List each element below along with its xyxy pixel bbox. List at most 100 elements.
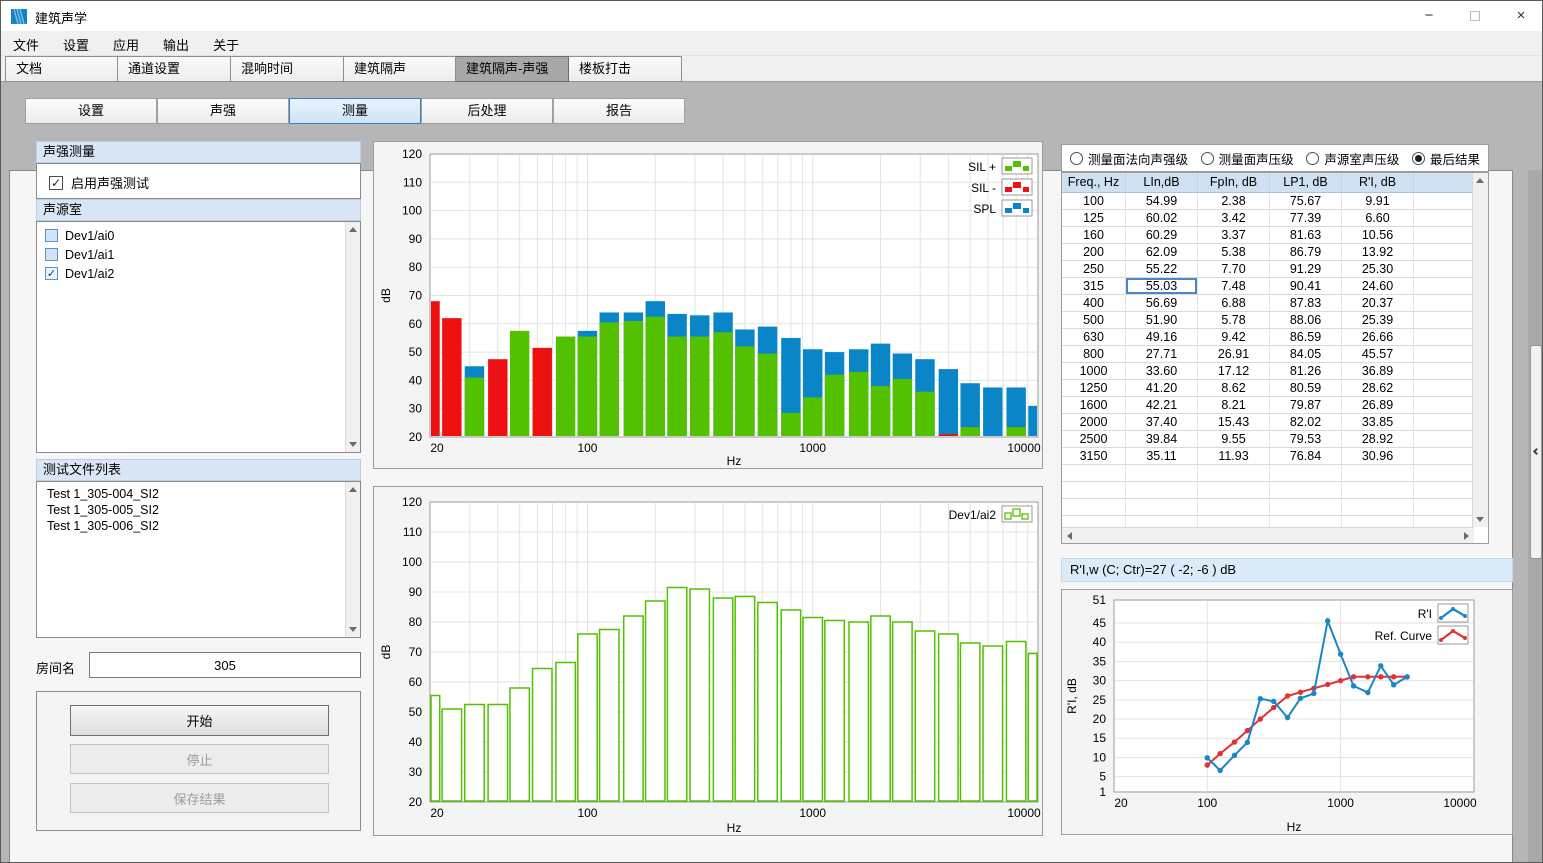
table-cell[interactable]: 60.29	[1126, 227, 1198, 243]
channel-list-item[interactable]: Dev1/ai1	[37, 245, 360, 264]
channel-list-item[interactable]: Dev1/ai2	[37, 264, 360, 283]
table-cell[interactable]: 75.67	[1270, 193, 1342, 209]
table-cell[interactable]: 9.55	[1198, 431, 1270, 447]
channel-checkbox[interactable]	[45, 248, 58, 261]
table-cell[interactable]: 28.92	[1342, 431, 1414, 447]
table-header-cell[interactable]: LP1, dB	[1270, 173, 1342, 192]
table-header-cell[interactable]: R'I, dB	[1342, 173, 1414, 192]
menu-item-4[interactable]: 关于	[201, 31, 251, 58]
table-cell[interactable]: 33.85	[1342, 414, 1414, 430]
table-cell[interactable]	[1414, 397, 1474, 413]
scroll-up-icon[interactable]	[1476, 178, 1484, 183]
table-cell[interactable]: 13.92	[1342, 244, 1414, 260]
table-cell[interactable]	[1062, 465, 1126, 481]
channel-checkbox[interactable]	[45, 229, 58, 242]
table-cell[interactable]	[1342, 482, 1414, 498]
table-cell[interactable]: 86.59	[1270, 329, 1342, 345]
channel-list-scrollbar[interactable]	[345, 222, 360, 452]
table-cell[interactable]: 7.70	[1198, 261, 1270, 277]
table-cell[interactable]: 8.62	[1198, 380, 1270, 396]
main-tab-0[interactable]: 文档	[5, 56, 118, 82]
table-cell[interactable]: 9.42	[1198, 329, 1270, 345]
table-cell[interactable]: 49.16	[1126, 329, 1198, 345]
table-cell[interactable]	[1198, 465, 1270, 481]
table-cell[interactable]: 125	[1062, 210, 1126, 226]
table-cell[interactable]: 28.62	[1342, 380, 1414, 396]
table-cell[interactable]	[1342, 499, 1414, 515]
table-cell[interactable]	[1414, 244, 1474, 260]
table-header-cell[interactable]: LIn,dB	[1126, 173, 1198, 192]
table-cell[interactable]: 84.05	[1270, 346, 1342, 362]
table-cell[interactable]: 39.84	[1126, 431, 1198, 447]
table-cell[interactable]: 20.37	[1342, 295, 1414, 311]
sub-tab-4[interactable]: 报告	[553, 98, 685, 124]
table-cell[interactable]: 80.59	[1270, 380, 1342, 396]
scroll-up-icon[interactable]	[349, 227, 357, 232]
table-cell[interactable]: 2000	[1062, 414, 1126, 430]
result-radio-0[interactable]: 测量面法向声强级	[1070, 149, 1188, 168]
radio-icon[interactable]	[1201, 152, 1214, 165]
table-cell[interactable]	[1414, 516, 1474, 527]
table-cell[interactable]: 33.60	[1126, 363, 1198, 379]
table-cell[interactable]: 25.30	[1342, 261, 1414, 277]
table-cell[interactable]: 90.41	[1270, 278, 1342, 294]
table-cell[interactable]: 6.88	[1198, 295, 1270, 311]
table-cell[interactable]: 51.90	[1126, 312, 1198, 328]
table-cell[interactable]	[1414, 431, 1474, 447]
menu-item-2[interactable]: 应用	[101, 31, 151, 58]
table-cell[interactable]	[1414, 380, 1474, 396]
table-cell[interactable]: 2.38	[1198, 193, 1270, 209]
table-cell[interactable]: 3150	[1062, 448, 1126, 464]
sub-tab-3[interactable]: 后处理	[421, 98, 553, 124]
table-cell[interactable]	[1414, 346, 1474, 362]
table-cell[interactable]: 88.06	[1270, 312, 1342, 328]
sub-tab-0[interactable]: 设置	[25, 98, 157, 124]
table-cell[interactable]: 315	[1062, 278, 1126, 294]
table-cell[interactable]	[1414, 193, 1474, 209]
table-cell[interactable]: 26.89	[1342, 397, 1414, 413]
table-cell[interactable]: 79.53	[1270, 431, 1342, 447]
sub-tab-2[interactable]: 测量	[289, 98, 421, 124]
table-cell[interactable]: 26.66	[1342, 329, 1414, 345]
channel-list-item[interactable]: Dev1/ai0	[37, 226, 360, 245]
table-cell[interactable]	[1414, 295, 1474, 311]
table-cell[interactable]	[1062, 499, 1126, 515]
table-cell[interactable]	[1270, 499, 1342, 515]
table-cell[interactable]	[1270, 465, 1342, 481]
table-cell[interactable]: 25.39	[1342, 312, 1414, 328]
table-cell[interactable]: 77.39	[1270, 210, 1342, 226]
scroll-up-icon[interactable]	[349, 487, 357, 492]
table-header-cell[interactable]: FpIn, dB	[1198, 173, 1270, 192]
table-cell[interactable]: 10.56	[1342, 227, 1414, 243]
table-cell[interactable]: 24.60	[1342, 278, 1414, 294]
table-cell[interactable]: 9.91	[1342, 193, 1414, 209]
table-cell[interactable]: 630	[1062, 329, 1126, 345]
collapse-panel-button[interactable]	[1530, 345, 1542, 559]
table-cell[interactable]	[1414, 261, 1474, 277]
table-cell[interactable]: 11.93	[1198, 448, 1270, 464]
result-radio-1[interactable]: 测量面声压级	[1201, 149, 1294, 168]
start-button[interactable]: 开始	[70, 705, 329, 736]
table-cell[interactable]	[1198, 499, 1270, 515]
test-file-item[interactable]: Test 1_305-006_SI2	[37, 518, 360, 534]
table-cell[interactable]: 7.48	[1198, 278, 1270, 294]
table-cell[interactable]: 1000	[1062, 363, 1126, 379]
table-cell[interactable]: 62.09	[1126, 244, 1198, 260]
table-cell[interactable]: 45.57	[1342, 346, 1414, 362]
table-cell[interactable]: 91.29	[1270, 261, 1342, 277]
table-cell[interactable]: 5.78	[1198, 312, 1270, 328]
table-cell[interactable]	[1062, 516, 1126, 527]
table-cell[interactable]	[1414, 499, 1474, 515]
table-horizontal-scrollbar[interactable]	[1062, 527, 1474, 543]
table-cell[interactable]: 41.20	[1126, 380, 1198, 396]
table-cell[interactable]: 36.89	[1342, 363, 1414, 379]
main-tab-5[interactable]: 楼板打击	[569, 56, 682, 82]
table-cell[interactable]: 27.71	[1126, 346, 1198, 362]
sub-tab-1[interactable]: 声强	[157, 98, 289, 124]
table-cell[interactable]	[1126, 465, 1198, 481]
table-cell[interactable]	[1198, 516, 1270, 527]
table-vertical-scrollbar[interactable]	[1472, 173, 1488, 527]
menu-item-1[interactable]: 设置	[51, 31, 101, 58]
result-radio-3[interactable]: 最后结果	[1412, 149, 1480, 168]
table-header-cell[interactable]	[1414, 173, 1474, 192]
